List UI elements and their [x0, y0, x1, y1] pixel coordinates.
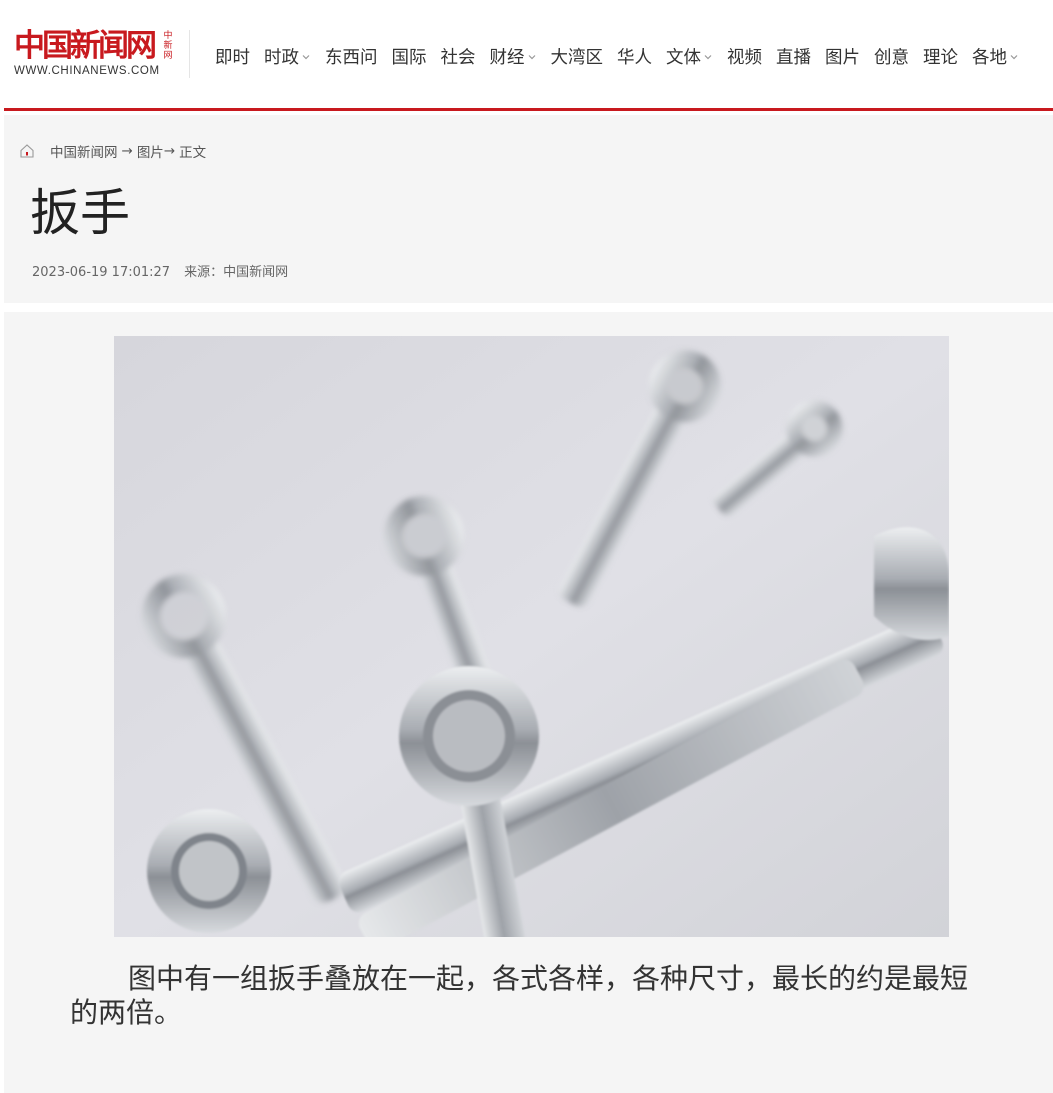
header-divider [4, 108, 1053, 111]
nav-label: 财经 [489, 48, 525, 68]
nav-label: 社会 [440, 48, 476, 68]
nav-item-society[interactable]: 社会 [441, 44, 476, 69]
home-icon[interactable] [18, 142, 36, 160]
nav-item-dongxiwen[interactable]: 东西问 [325, 44, 378, 69]
chevron-down-icon [1010, 54, 1018, 59]
nav-label: 创意 [874, 48, 909, 68]
article-meta: 2023-06-19 17:01:27 来源：中国新闻网 [32, 261, 288, 280]
breadcrumb-section-link[interactable]: 图片 [137, 141, 164, 161]
breadcrumb-site-link[interactable]: 中国新闻网 [50, 141, 118, 161]
nav-item-greater-bay-area[interactable]: 大湾区 [551, 44, 604, 69]
nav-label: 国际 [391, 48, 427, 68]
nav-item-finance[interactable]: 财经 [490, 44, 537, 69]
photo-caption: 图中有一组扳手叠放在一起，各式各样，各种尺寸，最长的约是最短的两倍。 [70, 962, 969, 1029]
chevron-down-icon [528, 54, 535, 59]
nav-item-culture-sports[interactable]: 文体 [666, 44, 713, 69]
article-header: 中国新闻网 → 图片 → 正文 扳手 2023-06-19 17:01:27 来源… [4, 115, 1053, 303]
nav-label: 华人 [617, 48, 652, 68]
article-body: 图中有一组扳手叠放在一起，各式各样，各种尺寸，最长的约是最短的两倍。 [4, 312, 1053, 1093]
nav-label: 时政 [264, 48, 299, 68]
breadcrumb-separator: → [163, 143, 176, 159]
nav-item-overseas-chinese[interactable]: 华人 [617, 44, 652, 69]
nav-label: 即时 [215, 48, 250, 68]
chevron-down-icon [704, 54, 712, 59]
nav-item-video[interactable]: 视频 [727, 44, 762, 69]
wrench-photo-illustration [114, 336, 949, 937]
nav-label: 东西问 [325, 48, 378, 68]
nav-label: 图片 [825, 48, 860, 68]
nav-item-pictures[interactable]: 图片 [825, 44, 860, 69]
nav-item-instant[interactable]: 即时 [215, 44, 250, 69]
breadcrumb-current: 正文 [179, 145, 207, 161]
nav-label: 直播 [776, 48, 811, 68]
site-logo[interactable]: 中国新闻网 中新网 WWW.CHINANEWS.COM [12, 28, 180, 82]
nav-item-live[interactable]: 直播 [776, 44, 811, 69]
breadcrumb-separator: → [121, 143, 133, 159]
nav-label: 各地 [972, 48, 1007, 68]
publish-datetime: 2023-06-19 17:01:27 [32, 265, 171, 280]
nav-item-international[interactable]: 国际 [392, 44, 427, 69]
article-source: 来源：中国新闻网 [184, 265, 289, 280]
main-nav: 即时 时政 东西问 国际 社会 财经 大湾区 华人 文体 视频 直播 图片 创意… [208, 44, 1026, 69]
page-title: 扳手 [30, 184, 130, 242]
nav-label: 文体 [666, 48, 701, 68]
nav-label: 大湾区 [550, 48, 604, 68]
nav-item-politics[interactable]: 时政 [264, 44, 311, 69]
logo-side-text: 中新网 [163, 31, 173, 61]
article-photo [114, 336, 949, 937]
nav-label: 理论 [923, 48, 958, 68]
logo-english-text: WWW.CHINANEWS.COM [14, 65, 160, 77]
nav-label: 视频 [727, 48, 762, 68]
logo-chinese-text: 中国新闻网 [14, 28, 157, 64]
logo-divider [189, 30, 190, 78]
breadcrumb: 中国新闻网 → 图片 → 正文 [18, 141, 210, 161]
nav-item-creative[interactable]: 创意 [874, 44, 909, 69]
nav-item-theory[interactable]: 理论 [923, 44, 958, 69]
nav-item-regions[interactable]: 各地 [972, 44, 1019, 69]
chevron-down-icon [302, 54, 310, 59]
site-header: 中国新闻网 中新网 WWW.CHINANEWS.COM 即时 时政 东西问 国际… [0, 0, 1053, 110]
